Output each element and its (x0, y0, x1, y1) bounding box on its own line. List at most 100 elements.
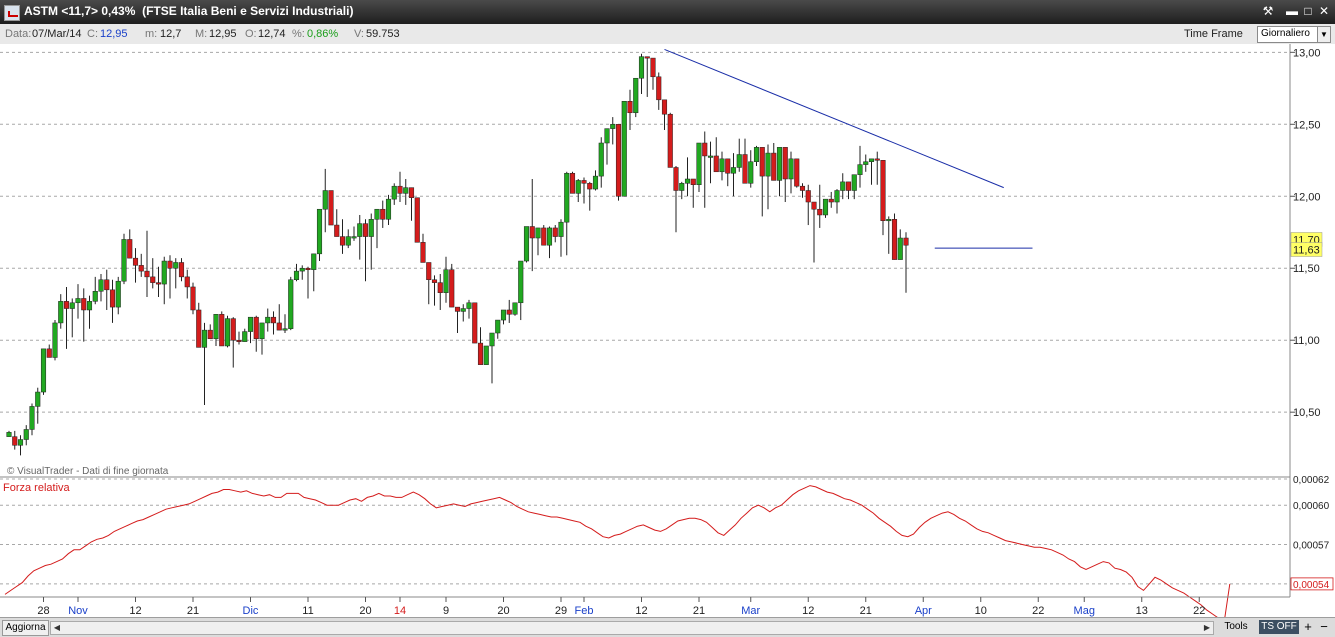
time-axis-label: Nov (68, 605, 88, 617)
candle-body (891, 219, 898, 260)
horizontal-scrollbar[interactable]: ◀ ▶ (50, 621, 1214, 635)
candle-body (293, 270, 300, 281)
candle-body (362, 223, 369, 237)
period-select[interactable]: Giornaliero ▼ (1257, 26, 1331, 43)
candle-body (604, 128, 610, 144)
candle-body (661, 99, 668, 115)
candle-body (288, 279, 294, 329)
candle-body (426, 262, 432, 281)
candle-body (52, 322, 58, 358)
candle-body (817, 208, 823, 216)
zoom-out-icon[interactable]: − (1317, 619, 1331, 635)
pct-label: %: (292, 28, 305, 40)
candle-body (581, 180, 587, 184)
time-axis-label: Mag (1074, 605, 1095, 617)
time-axis-label: 22 (1032, 605, 1044, 617)
watermark-text: © VisualTrader - Dati di fine giornata (7, 466, 169, 477)
candle-body (523, 226, 530, 262)
candle-body (776, 147, 783, 181)
tools-icon[interactable]: ⚒ (1259, 2, 1277, 20)
candle-body (391, 185, 397, 200)
candle-body (730, 167, 737, 174)
candle-body (472, 302, 478, 344)
candle-body (759, 147, 765, 177)
candle-body (144, 270, 150, 278)
pct-value: 0,86% (307, 28, 339, 40)
candle-body (207, 329, 213, 340)
candle-body (92, 291, 98, 302)
price-axis-label: 12,00 (1293, 191, 1321, 203)
price-axis-label: 10,50 (1293, 407, 1321, 419)
candle-body (742, 154, 748, 184)
candle-body (765, 152, 771, 177)
candle-body (196, 309, 202, 348)
candle-body (414, 197, 420, 243)
scroll-left-icon[interactable]: ◀ (51, 622, 63, 634)
candle-body (592, 175, 599, 190)
candle-body (6, 432, 12, 437)
chart-app-icon (4, 5, 20, 21)
ts-off-button[interactable]: TS OFF (1259, 620, 1299, 634)
candle-body (851, 174, 857, 191)
candle-body (431, 279, 438, 283)
time-axis-label: 28 (37, 605, 49, 617)
candle-body (276, 322, 282, 331)
candle-body (12, 436, 18, 446)
candle-body (23, 429, 29, 440)
candle-body (868, 158, 875, 162)
candle-body (897, 237, 903, 260)
tools-button[interactable]: Tools (1216, 620, 1256, 634)
time-axis-label: 12 (635, 605, 647, 617)
candle-body (690, 178, 696, 185)
candle-body (420, 242, 426, 263)
bottom-toolbar: Aggiorna ◀ ▶ Tools TS OFF + − (0, 617, 1335, 637)
candle-body (719, 158, 725, 173)
candle-body (541, 227, 547, 246)
quote-info-bar: Data: 07/Mar/14 C: 12,95 m: 12,7 M: 12,9… (0, 24, 1335, 45)
candle-body (443, 269, 449, 293)
candle-body (155, 282, 162, 285)
time-axis-label: 21 (860, 605, 872, 617)
price-tags: 11,7011,63 (1290, 232, 1323, 257)
candle-body (132, 257, 139, 266)
candle-body (167, 260, 173, 269)
scroll-right-icon[interactable]: ▶ (1201, 622, 1213, 634)
candle-body (518, 260, 524, 304)
candle-body (489, 332, 495, 347)
candle-body (351, 236, 357, 239)
candle-body (242, 331, 248, 342)
candle-body (500, 309, 507, 321)
candle-body (707, 155, 714, 158)
rs-axis-label: 0,00057 (1293, 541, 1330, 552)
candle-body (115, 280, 121, 308)
candle-body (230, 318, 236, 341)
candle-body (650, 57, 656, 78)
candle-body (328, 190, 334, 226)
zoom-in-icon[interactable]: + (1301, 619, 1315, 635)
candle-body (385, 198, 392, 220)
candle-body (552, 227, 558, 237)
refresh-button[interactable]: Aggiorna (2, 620, 49, 636)
rs-panel-title: Forza relativa (3, 482, 71, 494)
rs-axis-label: 0,00060 (1293, 501, 1330, 512)
candle-body (575, 180, 581, 194)
candle-body (29, 406, 35, 430)
candle-body (794, 158, 800, 187)
candle-body (46, 348, 52, 358)
min-value: 12,7 (160, 28, 182, 40)
candle-body (627, 101, 633, 114)
candle-body (615, 124, 622, 197)
candle-body (316, 208, 323, 255)
candle-body (368, 219, 374, 237)
open-label: O: (245, 28, 257, 40)
candle-body (357, 223, 363, 237)
candle-body (75, 298, 81, 304)
time-axis-label: 11 (302, 605, 313, 617)
candle-body (564, 172, 570, 223)
close-icon[interactable]: ✕ (1315, 2, 1333, 20)
chart-canvas[interactable]: © VisualTrader - Dati di fine giornata F… (0, 44, 1335, 617)
candle-body (408, 187, 415, 198)
candle-body (109, 289, 116, 308)
chevron-down-icon[interactable]: ▼ (1317, 27, 1330, 42)
time-axis-label: Dic (243, 605, 259, 617)
